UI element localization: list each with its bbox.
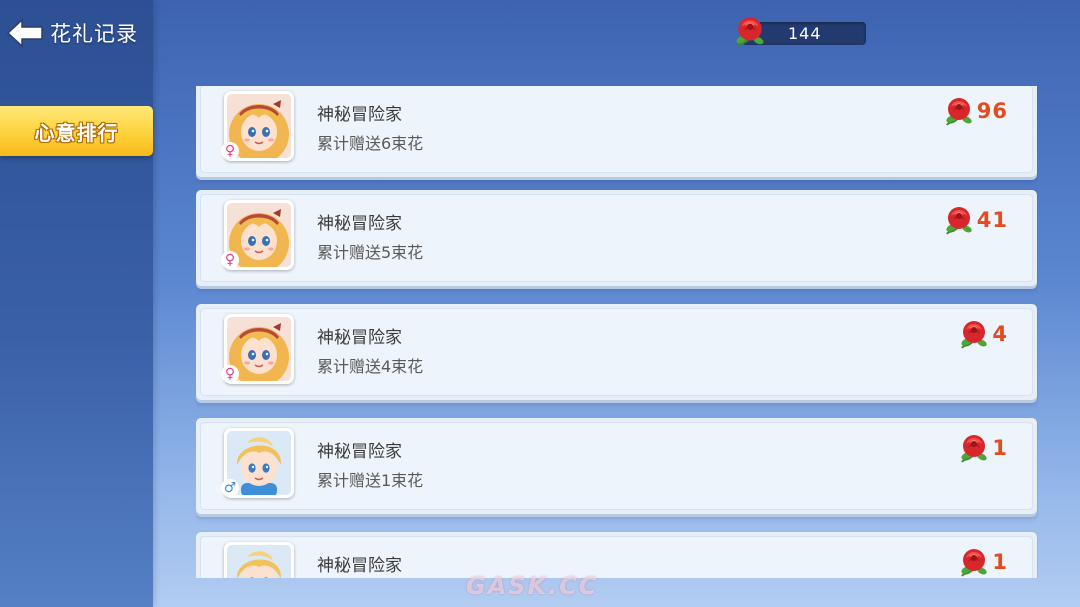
sidebar: 花礼记录 心意排行	[0, 0, 153, 607]
flower-count-value: 1	[992, 550, 1008, 574]
list-item: ♀ 神秘冒险家 累计赠送6束花 96	[196, 86, 1037, 177]
flower-count-value: 4	[992, 322, 1008, 346]
back-button[interactable]: 花礼记录	[6, 14, 138, 52]
gift-summary: 累计赠送4束花	[317, 357, 424, 376]
sender-name: 神秘冒险家	[317, 442, 402, 462]
flower-count: 1	[958, 545, 1008, 578]
gift-summary: 累计赠送6束花	[317, 134, 424, 153]
avatar-boy-image	[227, 545, 291, 578]
list-item: ♀ 神秘冒险家 累计赠送4束花 4	[196, 304, 1037, 400]
rose-icon	[734, 16, 766, 47]
male-icon: ♂	[221, 479, 239, 497]
female-icon: ♀	[221, 142, 239, 160]
flower-count-value: 41	[976, 208, 1008, 232]
gift-summary: 累计赠送5束花	[317, 243, 424, 262]
tab-heart-ranking[interactable]: 心意排行	[0, 106, 153, 156]
rose-icon	[943, 206, 974, 235]
sender-name: 神秘冒险家	[317, 328, 402, 348]
watermark: GASK.CC	[466, 572, 599, 600]
sender-name: 神秘冒险家	[317, 105, 402, 125]
list-item: ♀ 神秘冒险家 累计赠送5束花 41	[196, 190, 1037, 286]
flower-count: 41	[943, 203, 1008, 237]
sender-name: 神秘冒险家	[317, 556, 402, 576]
sender-name: 神秘冒险家	[317, 214, 402, 234]
flower-count: 1	[958, 431, 1008, 465]
rose-icon	[959, 548, 990, 577]
list-item: ♂ 神秘冒险家 累计赠送1束花 1	[196, 418, 1037, 514]
female-icon: ♀	[221, 365, 239, 383]
gift-summary: 累计赠送1束花	[317, 471, 424, 490]
page-title: 花礼记录	[50, 22, 138, 46]
rose-icon	[943, 97, 974, 126]
back-arrow-icon	[6, 18, 43, 48]
list-item: 神秘冒险家 1	[196, 532, 1037, 578]
female-icon: ♀	[221, 251, 239, 269]
tab-label: 心意排行	[34, 120, 119, 145]
rose-icon	[959, 434, 990, 463]
rose-icon	[959, 320, 990, 349]
flower-count: 4	[958, 317, 1008, 351]
flower-balance-value: 144	[788, 24, 822, 43]
avatar[interactable]	[224, 542, 294, 578]
flower-count-value: 1	[992, 436, 1008, 460]
flower-count-value: 96	[976, 99, 1008, 123]
flower-count: 96	[943, 94, 1008, 128]
gift-record-list[interactable]: ♀ 神秘冒险家 累计赠送6束花 96 ♀ 神秘冒险家 累计赠送5束花 41 ♀ …	[196, 86, 1038, 578]
